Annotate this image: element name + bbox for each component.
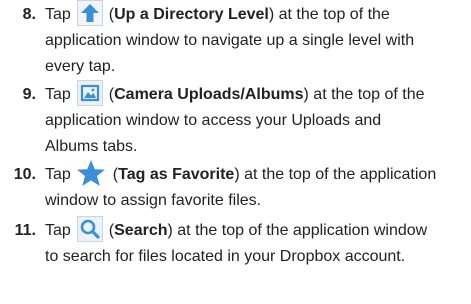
step-line1-rest: at the top of the application window xyxy=(172,222,428,239)
step-line3: every tap. xyxy=(45,58,116,75)
tap-word: Tap xyxy=(45,6,71,23)
step-number: 9. xyxy=(22,86,36,103)
step-line2: to search for files located in your Drop… xyxy=(45,248,406,265)
icon-label: Camera Uploads/Albums xyxy=(114,86,304,103)
step-number: 10. xyxy=(13,166,36,183)
icon-label: Up a Directory Level xyxy=(114,6,269,23)
step-line3: Albums tabs. xyxy=(45,138,138,155)
step-line2: application window to navigate up a sing… xyxy=(45,32,415,49)
tap-word: Tap xyxy=(45,222,71,239)
tap-word: Tap xyxy=(45,86,71,103)
step-line2: application window to access your Upload… xyxy=(45,112,382,129)
step-text: Tap (Search) at the top of the applicatio… xyxy=(45,215,467,270)
up-arrow-icon xyxy=(76,0,103,26)
step-line2: window to assign favorite files. xyxy=(45,192,262,209)
star-icon xyxy=(75,159,107,187)
step-text: Tap (Up a Directory Level) at the top of … xyxy=(45,0,467,80)
step-text: Tap (Camera Uploads/Albums) at the top of… xyxy=(45,79,467,160)
tap-word: Tap xyxy=(45,166,71,183)
step-number: 8. xyxy=(22,6,36,23)
icon-label: Tag as Favorite xyxy=(118,166,235,183)
step-line1-rest: at the top of the application xyxy=(239,166,437,183)
icon-label: Search xyxy=(114,222,168,239)
step-line1-rest: at the top of the xyxy=(308,86,425,103)
step-text: Tap (Tag as Favorite) at the top of the a… xyxy=(45,159,467,214)
step-number: 11. xyxy=(14,222,36,239)
search-icon xyxy=(76,215,103,242)
step-line1-rest: at the top of the xyxy=(274,6,390,23)
instruction-steps: 8. Tap (Up a Directory Level) at the top … xyxy=(0,0,471,304)
camera-uploads-icon xyxy=(76,79,103,106)
